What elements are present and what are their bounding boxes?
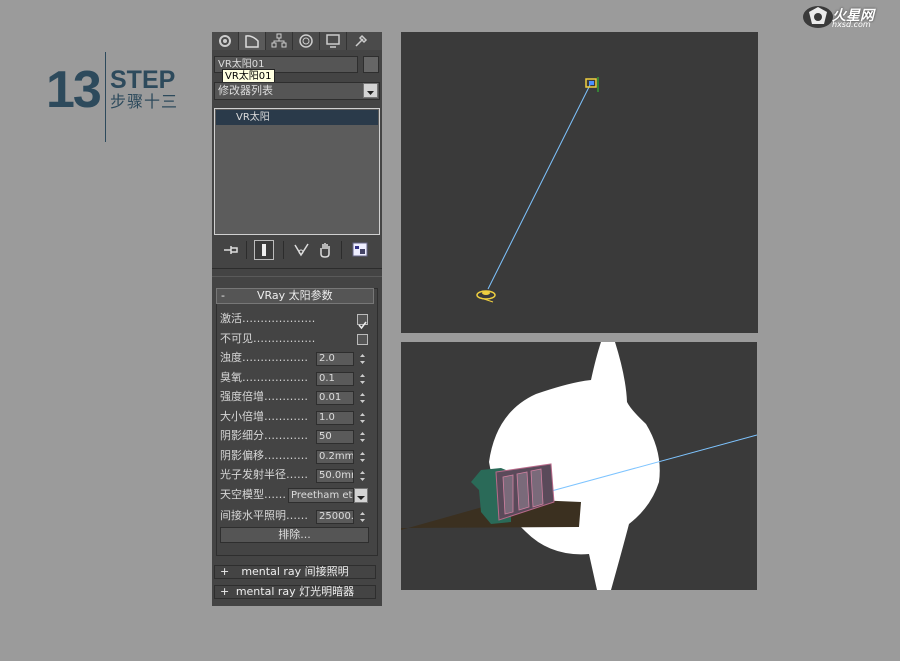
chevron-down-icon[interactable] xyxy=(354,488,368,503)
indirect-horiz-illum-label: 间接水平照明…… xyxy=(220,509,308,522)
param-label: 浊度……………… xyxy=(220,351,308,364)
modifier-list-dropdown[interactable]: 修改器列表 xyxy=(214,82,380,100)
spinner-arrows-icon[interactable] xyxy=(357,510,368,524)
pin-stack-icon[interactable] xyxy=(221,240,241,260)
param-label: 光子发射半径…… xyxy=(220,468,308,481)
step-number: 13 xyxy=(46,61,102,119)
param-label: 强度倍增………… xyxy=(220,390,308,403)
utilities-tab-icon[interactable] xyxy=(347,32,374,50)
modifier-stack[interactable] xyxy=(214,108,380,235)
motion-tab-icon[interactable] xyxy=(293,32,320,50)
param-label: 激活………………………… xyxy=(220,312,315,325)
panel-separator xyxy=(212,268,382,269)
spinner-arrows-icon[interactable] xyxy=(357,469,368,483)
param-label: 臭氧……………… xyxy=(220,371,308,384)
param-label: 大小倍增………… xyxy=(220,410,308,423)
vray-sun-rollout-header[interactable]: - VRay 太阳参数 xyxy=(216,288,374,304)
object-color-swatch[interactable] xyxy=(363,56,379,73)
perspective-viewport[interactable] xyxy=(401,342,757,590)
param-label: 阴影细分………… xyxy=(220,429,308,442)
shadow-bias-field[interactable]: 0.2mm xyxy=(316,450,354,464)
step-word: STEP xyxy=(110,66,176,94)
stack-item-label: VR太阳 xyxy=(236,112,270,123)
make-unique-icon[interactable] xyxy=(292,240,312,260)
chevron-down-icon[interactable] xyxy=(363,83,378,98)
stack-item-vray-sun[interactable]: VR太阳 xyxy=(216,110,378,125)
spinner-arrows-icon[interactable] xyxy=(357,352,368,366)
spinner-arrows-icon[interactable] xyxy=(357,430,368,444)
step-divider xyxy=(105,52,106,142)
mental-ray-indirect-rollout[interactable]: + mental ray 间接照明 xyxy=(214,565,376,579)
indirect-horiz-illum-field[interactable]: 25000.0 xyxy=(316,510,354,524)
rollout-title: mental ray 灯光明暗器 xyxy=(235,585,355,598)
toolbar-separator xyxy=(246,241,247,259)
hierarchy-tab-icon[interactable] xyxy=(266,32,293,50)
spinner-arrows-icon[interactable] xyxy=(357,411,368,425)
size-multiplier-field[interactable]: 1.0 xyxy=(316,411,354,425)
intensity-multiplier-field[interactable]: 0.01 xyxy=(316,391,354,405)
display-tab-icon[interactable] xyxy=(320,32,347,50)
turbidity-field[interactable]: 2.0 xyxy=(316,352,354,366)
enabled-checkbox[interactable] xyxy=(357,314,368,330)
sky-model-select[interactable]: Preetham et xyxy=(288,488,354,503)
shadow-subdivs-field[interactable]: 50 xyxy=(316,430,354,444)
remove-modifier-icon[interactable] xyxy=(315,240,335,260)
sky-model-label: 天空模型…… xyxy=(220,488,286,501)
panel-separator xyxy=(212,276,382,277)
param-label: 阴影偏移………… xyxy=(220,449,308,462)
spinner-arrows-icon[interactable] xyxy=(357,391,368,405)
top-viewport[interactable] xyxy=(401,32,758,333)
create-tab-icon[interactable] xyxy=(212,32,239,50)
toolbar-separator xyxy=(283,241,284,259)
logo-url: hxsd.com xyxy=(832,20,871,29)
expand-symbol: + xyxy=(220,585,230,598)
configure-sets-icon[interactable] xyxy=(351,240,371,260)
mental-ray-light-shader-rollout[interactable]: + mental ray 灯光明暗器 xyxy=(214,585,376,599)
collapse-symbol: - xyxy=(221,289,225,302)
modify-tab-icon[interactable] xyxy=(239,32,266,50)
ozone-field[interactable]: 0.1 xyxy=(316,372,354,386)
expand-symbol: + xyxy=(220,565,230,578)
param-label: 不可见………………………… xyxy=(220,332,315,345)
rollout-title: VRay 太阳参数 xyxy=(257,289,333,302)
exclude-button[interactable]: 排除... xyxy=(220,527,369,543)
show-end-result-icon[interactable] xyxy=(254,240,274,260)
photon-radius-field[interactable]: 50.0mm xyxy=(316,469,354,483)
rollout-title: mental ray 间接照明 xyxy=(241,565,349,578)
toolbar-separator xyxy=(341,241,342,259)
spinner-arrows-icon[interactable] xyxy=(357,450,368,464)
step-subtitle: 步骤十三 xyxy=(110,92,179,111)
spinner-arrows-icon[interactable] xyxy=(357,372,368,386)
invisible-checkbox[interactable] xyxy=(357,334,368,345)
